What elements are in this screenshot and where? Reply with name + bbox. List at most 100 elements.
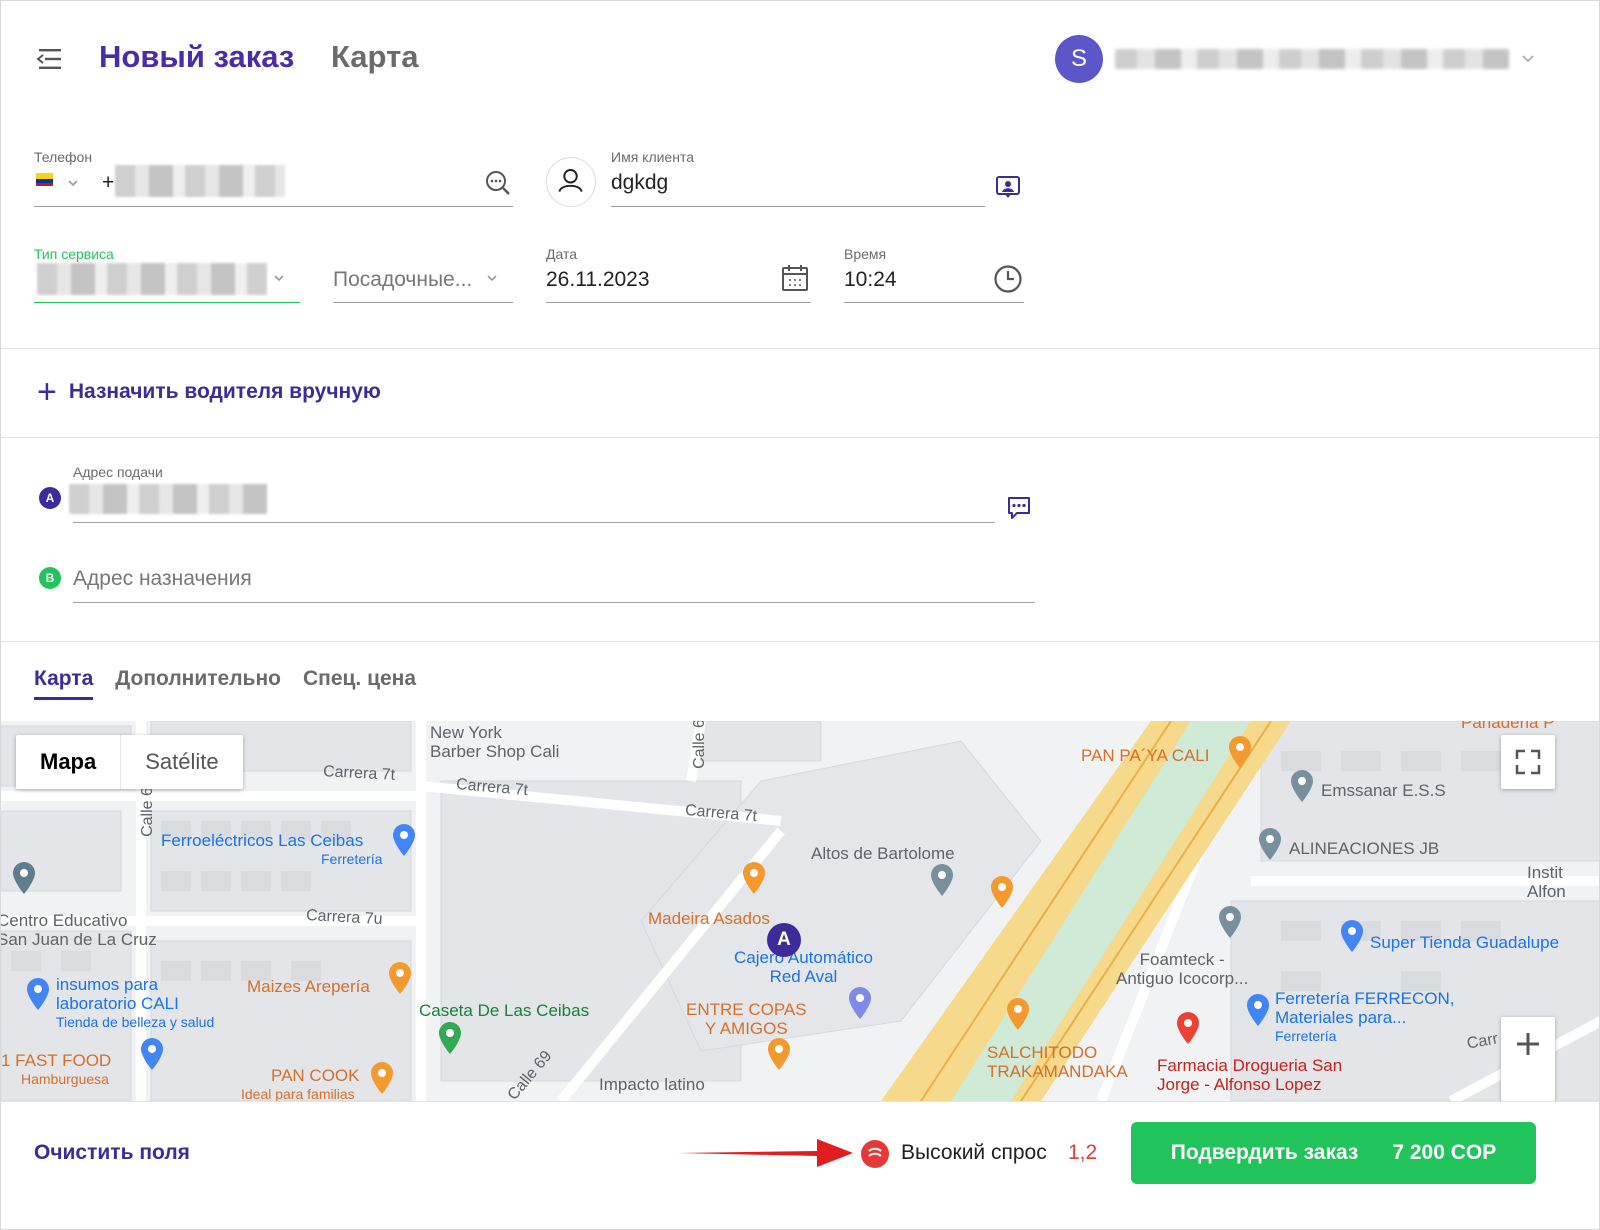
marker-b-icon: B xyxy=(39,567,61,589)
phone-label: Телефон xyxy=(34,149,93,165)
assign-driver-button[interactable]: + Назначить водителя вручную xyxy=(37,373,381,411)
pickup-address-input[interactable] xyxy=(69,484,267,514)
calendar-icon[interactable] xyxy=(780,263,810,293)
place-pin-icon[interactable] xyxy=(1257,827,1283,861)
time-label: Время xyxy=(844,246,887,262)
menu-icon[interactable] xyxy=(35,47,65,71)
zoom-control xyxy=(1501,1017,1555,1101)
map-type-satellite[interactable]: Satélite xyxy=(121,735,242,789)
place-label: SALCHITODO TRAKAMANDAKA xyxy=(987,1043,1128,1081)
pickup-map-marker[interactable]: A xyxy=(767,923,801,957)
street-label: Carrera 7t xyxy=(322,763,396,784)
street-label: Calle 6 xyxy=(138,787,156,837)
bar-pin-icon[interactable] xyxy=(766,1037,792,1071)
fullscreen-button[interactable] xyxy=(1501,735,1555,789)
tab-map[interactable]: Карта xyxy=(34,667,94,700)
service-type-label: Тип сервиса xyxy=(34,246,114,262)
place-label: PAN COOK Ideal para familias xyxy=(241,1066,360,1101)
chevron-down-icon[interactable] xyxy=(485,271,499,285)
phone-prefix: + xyxy=(102,171,115,194)
demand-coefficient: 1,2 xyxy=(1068,1141,1098,1164)
clear-fields-button[interactable]: Очистить поля xyxy=(34,1141,190,1165)
place-label: New York Barber Shop Cali xyxy=(430,723,560,761)
assign-driver-label: Назначить водителя вручную xyxy=(68,380,381,403)
map-type-map[interactable]: Mapa xyxy=(16,735,122,789)
tab-bar: Карта Дополнительно Спец. цена xyxy=(34,667,416,700)
park-pin-icon[interactable] xyxy=(437,1021,463,1055)
school-pin-icon[interactable] xyxy=(11,861,37,895)
plus-icon: + xyxy=(37,373,57,411)
store-pin-icon[interactable] xyxy=(1339,919,1365,953)
page-subtitle: Карта xyxy=(331,39,419,74)
marker-a-icon: A xyxy=(39,487,61,509)
demand-icon xyxy=(861,1140,889,1168)
street-label: Calle 6 xyxy=(690,721,708,769)
restaurant-pin-icon[interactable] xyxy=(1227,735,1253,769)
place-label: Farmacia Drogueria San Jorge - Alfonso Lo… xyxy=(1157,1056,1343,1094)
arrow-annotation xyxy=(679,1139,853,1167)
chevron-down-icon[interactable] xyxy=(66,176,80,190)
place-label: Panaderia P xyxy=(1461,721,1555,732)
place-label: Altos de Bartolome xyxy=(811,844,955,863)
destination-address-input[interactable]: Адрес назначения xyxy=(73,567,252,591)
chat-icon[interactable] xyxy=(1005,494,1033,522)
time-input[interactable]: 10:24 xyxy=(844,268,897,292)
place-label: Madeira Asados xyxy=(648,909,770,928)
place-label: 1 FAST FOOD Hamburguesa xyxy=(1,1051,112,1087)
tab-additional[interactable]: Дополнительно xyxy=(115,667,281,700)
place-label: Foamteck - Antiguo Icocorp... xyxy=(1116,950,1249,988)
tab-special-price[interactable]: Спец. цена xyxy=(303,667,416,700)
flag-icon[interactable] xyxy=(36,173,53,186)
phone-input[interactable] xyxy=(115,165,285,197)
pickup-label: Адрес подачи xyxy=(73,464,163,480)
restaurant-pin-icon[interactable] xyxy=(369,1061,395,1095)
place-label: insumos para laboratorio CALI Tienda de be… xyxy=(56,975,215,1030)
place-pin-icon[interactable] xyxy=(929,863,955,897)
place-label: ALINEACIONES JB xyxy=(1289,839,1440,858)
place-label: ENTRE COPAS Y AMIGOS xyxy=(686,1000,807,1038)
chevron-down-icon[interactable] xyxy=(1519,49,1537,67)
user-name-blurred[interactable] xyxy=(1115,49,1509,69)
place-label: Caseta De Las Ceibas xyxy=(419,1001,590,1020)
confirm-order-label: Подвердить заказ xyxy=(1170,1141,1359,1164)
place-label: Impacto latino xyxy=(599,1075,705,1094)
restaurant-pin-icon[interactable] xyxy=(989,875,1015,909)
zoom-in-icon[interactable] xyxy=(1501,1017,1555,1071)
atm-pin-icon[interactable] xyxy=(847,986,873,1020)
place-label: Ferretería FERRECON, Materiales para... Fe… xyxy=(1275,989,1455,1044)
place-pin-icon[interactable] xyxy=(1217,905,1243,939)
store-pin-icon[interactable] xyxy=(1245,993,1271,1027)
search-icon[interactable] xyxy=(484,169,512,197)
client-name-label: Имя клиента xyxy=(611,149,694,165)
store-pin-icon[interactable] xyxy=(139,1037,165,1071)
store-pin-icon[interactable] xyxy=(391,823,417,857)
place-label: Maizes Arepería xyxy=(247,977,370,996)
chevron-down-icon[interactable] xyxy=(272,271,286,285)
date-label: Дата xyxy=(546,246,578,262)
place-label: Super Tienda Guadalupe xyxy=(1370,933,1560,952)
place-label: Cajero Automático Red Aval xyxy=(734,948,873,986)
place-label: Ferroeléctricos Las Ceibas Ferretería xyxy=(161,831,383,867)
restaurant-pin-icon[interactable] xyxy=(741,861,767,895)
demand-label: Высокий спрос xyxy=(901,1141,1047,1164)
seats-select[interactable]: Посадочные... xyxy=(333,268,472,292)
pharmacy-pin-icon[interactable] xyxy=(1175,1011,1201,1045)
place-pin-icon[interactable] xyxy=(1289,769,1315,803)
clock-icon[interactable] xyxy=(993,264,1023,294)
contact-card-icon[interactable] xyxy=(994,173,1022,201)
restaurant-pin-icon[interactable] xyxy=(1005,997,1031,1031)
avatar[interactable]: S xyxy=(1055,35,1103,83)
restaurant-pin-icon[interactable] xyxy=(387,961,413,995)
place-label: Emssanar E.S.S xyxy=(1321,781,1446,800)
fullscreen-icon xyxy=(1515,749,1541,775)
place-label: Centro Educativo San Juan de La Cruz xyxy=(1,911,157,949)
confirm-order-button[interactable]: Подвердить заказ 7 200 COP xyxy=(1131,1122,1536,1184)
service-type-select[interactable] xyxy=(37,263,267,295)
store-pin-icon[interactable] xyxy=(25,977,51,1011)
client-name-input[interactable]: dgkdg xyxy=(611,171,668,195)
app-window: Новый заказ Карта S Телефон + Имя клиент… xyxy=(0,0,1600,1230)
person-icon xyxy=(546,157,596,207)
date-input[interactable]: 26.11.2023 xyxy=(546,268,650,292)
page-title: Новый заказ xyxy=(99,39,295,74)
place-label: PAN PA´YA CALI xyxy=(1081,746,1210,765)
